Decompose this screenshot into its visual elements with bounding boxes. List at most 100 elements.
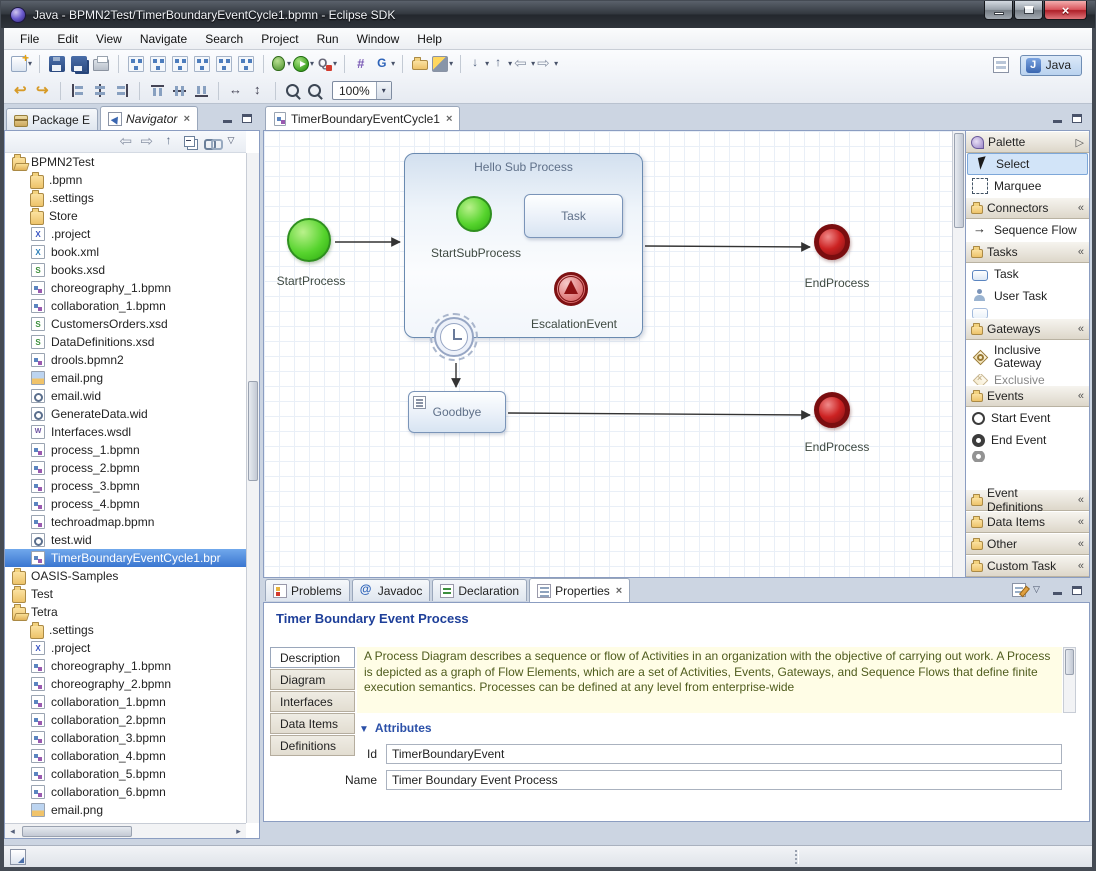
tree-item[interactable]: process_3.bpmn [5, 477, 246, 495]
menu-item[interactable]: View [88, 30, 130, 48]
goodbye-task-node[interactable]: Goodbye [408, 391, 506, 433]
palette-select[interactable]: Select [967, 153, 1088, 175]
diagram-tool-5[interactable] [213, 53, 235, 75]
navigator-forward-button[interactable] [139, 132, 158, 151]
tab-navigator[interactable]: Navigator × [100, 106, 198, 130]
tree-item[interactable]: collaboration_1.bpmn [5, 297, 246, 315]
menu-item[interactable]: File [12, 30, 47, 48]
tree-item[interactable]: collaboration_6.bpmn [5, 783, 246, 801]
minimize-button[interactable] [984, 1, 1013, 20]
open-perspective-button[interactable] [990, 54, 1012, 76]
forward-button[interactable]: ▾ [536, 53, 559, 75]
name-field[interactable] [386, 770, 1062, 790]
search-button[interactable]: ▾ [431, 53, 454, 75]
id-field[interactable] [386, 744, 1062, 764]
start-event-node[interactable] [287, 218, 331, 262]
align-bottom-button[interactable] [190, 80, 212, 102]
tree-item[interactable]: .project [5, 225, 246, 243]
menu-item[interactable]: Navigate [132, 30, 195, 48]
tree-item[interactable]: .settings [5, 189, 246, 207]
properties-tab-interfaces[interactable]: Interfaces [270, 691, 355, 712]
save-all-button[interactable] [68, 53, 90, 75]
palette-event-partial[interactable] [966, 451, 1089, 462]
menu-item[interactable]: Edit [49, 30, 86, 48]
editor-tab[interactable]: TimerBoundaryEventCycle1 × [265, 106, 460, 130]
collapse-chevron-icon[interactable]: « [1078, 538, 1084, 550]
close-icon[interactable]: × [616, 585, 622, 597]
diagram-tool-1[interactable] [125, 53, 147, 75]
collapse-chevron-icon[interactable]: « [1078, 560, 1084, 572]
task-node[interactable]: Task [524, 194, 623, 238]
view-menu-button[interactable] [1028, 582, 1046, 598]
open-task-button[interactable] [351, 53, 373, 75]
maximize-button[interactable] [1014, 1, 1043, 20]
zoom-out-button[interactable] [282, 80, 304, 102]
tree-item[interactable]: .project [5, 639, 246, 657]
menu-item[interactable]: Run [309, 30, 347, 48]
tab-javadoc[interactable]: Javadoc [352, 579, 431, 601]
collapse-chevron-icon[interactable]: « [1078, 323, 1084, 335]
close-icon[interactable]: × [446, 113, 452, 125]
match-width-button[interactable] [225, 80, 247, 102]
tree-item[interactable]: Tetra [5, 603, 246, 621]
close-icon[interactable]: × [183, 113, 189, 125]
tree-item[interactable]: DataDefinitions.xsd [5, 333, 246, 351]
palette-inclusive-gateway[interactable]: Inclusive Gateway [966, 340, 1089, 374]
maximize-view-button[interactable] [1068, 582, 1086, 598]
diagram-tool-3[interactable] [169, 53, 191, 75]
tree-item[interactable]: test.wid [5, 531, 246, 549]
properties-tab-data-items[interactable]: Data Items [270, 713, 355, 734]
align-middle-button[interactable] [168, 80, 190, 102]
forward-history-button[interactable] [32, 80, 54, 102]
tree-item[interactable]: collaboration_5.bpmn [5, 765, 246, 783]
align-left-button[interactable] [67, 80, 89, 102]
end-event-bottom-node[interactable] [814, 392, 850, 428]
collapse-chevron-icon[interactable]: « [1078, 390, 1084, 402]
tree-item[interactable]: .settings [5, 621, 246, 639]
palette-gateways-header[interactable]: Gateways « [966, 318, 1089, 340]
status-bar-grip[interactable] [795, 850, 799, 864]
tree-item[interactable]: CustomersOrders.xsd [5, 315, 246, 333]
palette-user-task[interactable]: User Task [966, 285, 1089, 307]
tree-item[interactable]: .bpmn [5, 171, 246, 189]
tree-item[interactable]: process_1.bpmn [5, 441, 246, 459]
menu-item[interactable]: Help [409, 30, 450, 48]
sub-start-event-node[interactable] [456, 196, 492, 232]
scroll-left-icon[interactable]: ◂ [5, 826, 20, 837]
tree-item[interactable]: TimerBoundaryEventCycle1.bpr [5, 549, 246, 567]
palette-events-header[interactable]: Events « [966, 385, 1089, 407]
back-button[interactable]: ▾ [513, 53, 536, 75]
view-menu-button[interactable] [223, 132, 242, 151]
diagram-tool-2[interactable] [147, 53, 169, 75]
palette-tasks-header[interactable]: Tasks « [966, 241, 1089, 263]
tree-item[interactable]: process_4.bpmn [5, 495, 246, 513]
debug-button[interactable]: ▾ [270, 53, 292, 75]
scrollbar-thumb[interactable] [1065, 649, 1074, 675]
tree-item[interactable]: choreography_2.bpmn [5, 675, 246, 693]
open-resource-button[interactable] [409, 53, 431, 75]
collapse-chevron-icon[interactable]: « [1078, 494, 1084, 506]
java-perspective-button[interactable]: Java [1020, 55, 1082, 76]
tree-item[interactable]: collaboration_1.bpmn [5, 693, 246, 711]
tree-item[interactable]: drools.bpmn2 [5, 351, 246, 369]
tree-item[interactable]: book.xml [5, 243, 246, 261]
collapse-chevron-icon[interactable]: « [1078, 246, 1084, 258]
properties-tab-diagram[interactable]: Diagram [270, 669, 355, 690]
maximize-view-button[interactable] [238, 110, 256, 126]
tree-item[interactable]: email.png [5, 801, 246, 819]
collapse-chevron-icon[interactable]: « [1078, 516, 1084, 528]
palette-task-partial[interactable] [966, 307, 1089, 318]
tree-item[interactable]: Test [5, 585, 246, 603]
palette-data-items-header[interactable]: Data Items « [966, 511, 1089, 533]
menu-item[interactable]: Window [349, 30, 408, 48]
navigator-up-button[interactable] [160, 132, 179, 151]
palette-other-header[interactable]: Other « [966, 533, 1089, 555]
tree-horizontal-scrollbar[interactable]: ◂ ▸ [5, 823, 246, 838]
diagram-tool-4[interactable] [191, 53, 213, 75]
minimize-editor-button[interactable] [1048, 110, 1066, 126]
tree-item[interactable]: OASIS-Samples [5, 567, 246, 585]
scrollbar-thumb[interactable] [248, 381, 258, 481]
diagram-tool-6[interactable] [235, 53, 257, 75]
match-height-button[interactable] [247, 80, 269, 102]
tab-package-explorer[interactable]: Package E [6, 108, 98, 130]
